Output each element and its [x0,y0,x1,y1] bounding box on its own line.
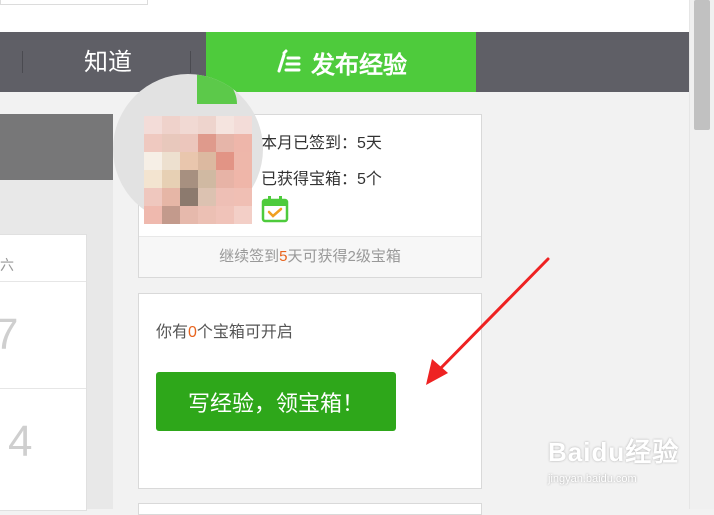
calendar-day-number: 7 [0,310,19,359]
nav-item-zhidao[interactable]: 知道 [64,32,152,92]
chests-text-prefix: 你有 [156,324,189,341]
nav-separator [22,51,23,73]
hint-suffix: 天可获得2级宝箱 [287,248,401,265]
search-input-edge[interactable] [0,0,148,5]
chests-text-suffix: 个宝箱可开启 [196,324,293,341]
checkin-calendar: 六 7 4 [0,234,87,511]
calendar-day-cell[interactable]: 7 [0,281,86,388]
calendar-check-icon [261,196,289,223]
month-signed-count: 本月已签到：5天 [261,135,382,152]
top-nav-bar: 知道 发布经验 [0,32,690,92]
calendar-weekday-label: 六 [0,257,14,273]
red-arrow-annotation [426,257,550,385]
hint-days-number: 5 [279,248,288,265]
available-chests-count: 0 [188,324,197,341]
scrollbar-thumb[interactable] [694,0,710,130]
watermark-brand: Baidu经验 [548,437,680,467]
baidu-jingyan-watermark: Baidu经验 jingyan.baidu.com [548,432,688,492]
publish-experience-button[interactable]: 发布经验 [206,32,476,92]
left-gray-panel [0,114,113,180]
pen-icon [277,49,301,73]
next-card-edge [138,503,482,515]
nav-separator [190,51,191,73]
watermark-url: jingyan.baidu.com [548,473,637,485]
available-chests-text: 你有0个宝箱可开启 [156,318,293,342]
calendar-day-cell[interactable]: 4 [0,388,86,495]
top-strip [0,0,690,32]
chests-obtained-count: 已获得宝箱：5个 [261,171,382,188]
vertical-scrollbar[interactable] [689,0,714,509]
publish-label: 发布经验 [311,51,407,79]
calendar-day-number: 4 [8,417,33,466]
write-experience-get-chest-button[interactable]: 写经验，领宝箱！ [156,372,396,431]
avatar[interactable] [144,116,252,224]
hint-prefix: 继续签到 [219,248,280,265]
